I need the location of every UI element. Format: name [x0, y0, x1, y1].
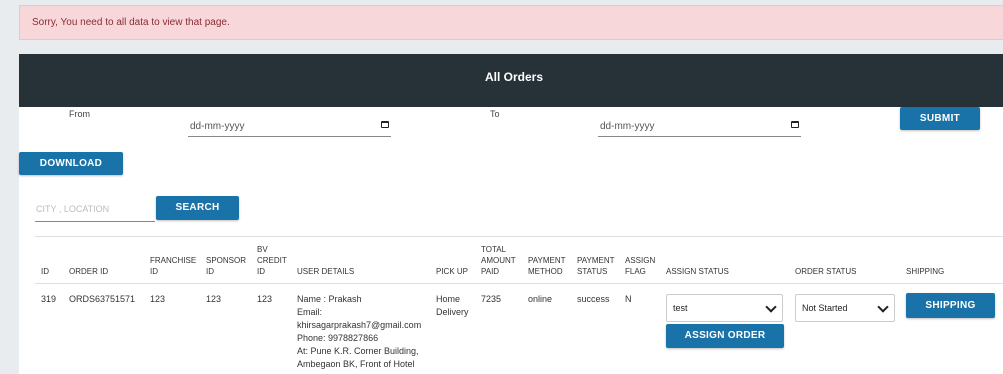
- col-user-details: USER DETAILS: [297, 267, 355, 276]
- user-address-line-1: At: Pune K.R. Corner Building,: [297, 346, 419, 356]
- assign-status-select[interactable]: test: [666, 294, 783, 322]
- user-phone: Phone: 9978827866: [297, 333, 379, 343]
- cell-franchise-id: 123: [150, 294, 166, 304]
- search-button[interactable]: SEARCH: [156, 196, 239, 220]
- error-alert: Sorry, You need to all data to view that…: [19, 5, 1003, 40]
- cell-id: 319: [41, 294, 57, 304]
- chevron-down-icon: [765, 301, 777, 313]
- cell-payment-status: success: [577, 294, 610, 304]
- cell-user-details: Name : Prakash Email: khirsagarprakash7@…: [297, 293, 437, 371]
- from-date-placeholder: dd-mm-yyyy: [190, 121, 245, 132]
- col-pick-up: PICK UP: [436, 267, 469, 276]
- chevron-down-icon: [877, 301, 889, 313]
- cell-assign-flag: N: [625, 294, 632, 304]
- col-order-status: ORDER STATUS: [795, 267, 857, 276]
- city-location-input[interactable]: CITY , LOCATION: [35, 199, 155, 222]
- user-name: Name : Prakash: [297, 294, 362, 304]
- download-button[interactable]: DOWNLOAD: [19, 152, 123, 175]
- col-payment-method: PAYMENT METHOD: [528, 256, 566, 276]
- table-header-border: [35, 283, 1003, 284]
- col-id: ID: [41, 267, 49, 276]
- col-order-id: ORDER ID: [69, 267, 109, 276]
- user-email: khirsagarprakash7@gmail.com: [297, 320, 422, 330]
- cell-payment-method: online: [528, 294, 553, 304]
- from-label: From: [69, 109, 90, 119]
- order-status-value: Not Started: [802, 303, 848, 313]
- table-top-border: [35, 236, 1003, 237]
- cell-bv-credit-id: 123: [257, 294, 273, 304]
- order-status-select[interactable]: Not Started: [795, 294, 895, 322]
- assign-status-value: test: [673, 303, 688, 313]
- cell-order-id: ORDS63751571: [69, 294, 136, 304]
- shipping-button[interactable]: SHIPPING: [906, 293, 995, 318]
- submit-button[interactable]: SUBMIT: [900, 107, 980, 130]
- col-payment-status: PAYMENT STATUS: [577, 256, 615, 276]
- page-title: All Orders: [484, 70, 544, 84]
- to-label: To: [490, 109, 500, 119]
- cell-sponsor-id: 123: [206, 294, 222, 304]
- col-shipping: SHIPPING: [906, 267, 945, 276]
- user-email-label: Email:: [297, 307, 323, 317]
- from-date-input[interactable]: dd-mm-yyyy: [188, 115, 391, 137]
- panel-header: All Orders: [19, 54, 1003, 107]
- cell-total-amount-paid: 7235: [481, 294, 502, 304]
- calendar-icon[interactable]: [791, 121, 799, 128]
- col-sponsor-id: SPONSOR ID: [206, 256, 247, 276]
- col-total-amount-paid: TOTAL AMOUNT PAID: [481, 245, 516, 276]
- col-assign-flag: ASSIGN FLAG: [625, 256, 656, 276]
- cell-pick-up: Home Delivery: [436, 294, 469, 317]
- assign-order-button[interactable]: ASSIGN ORDER: [666, 324, 784, 348]
- orders-panel: All Orders From dd-mm-yyyy To dd-mm-yyyy…: [19, 54, 1003, 374]
- to-date-input[interactable]: dd-mm-yyyy: [598, 115, 801, 137]
- to-date-placeholder: dd-mm-yyyy: [600, 121, 655, 132]
- calendar-icon[interactable]: [381, 121, 389, 128]
- col-assign-status: ASSIGN STATUS: [666, 267, 729, 276]
- col-franchise-id: FRANCHISE ID: [150, 256, 197, 276]
- col-bv-credit-id: BV CREDIT ID: [257, 245, 287, 276]
